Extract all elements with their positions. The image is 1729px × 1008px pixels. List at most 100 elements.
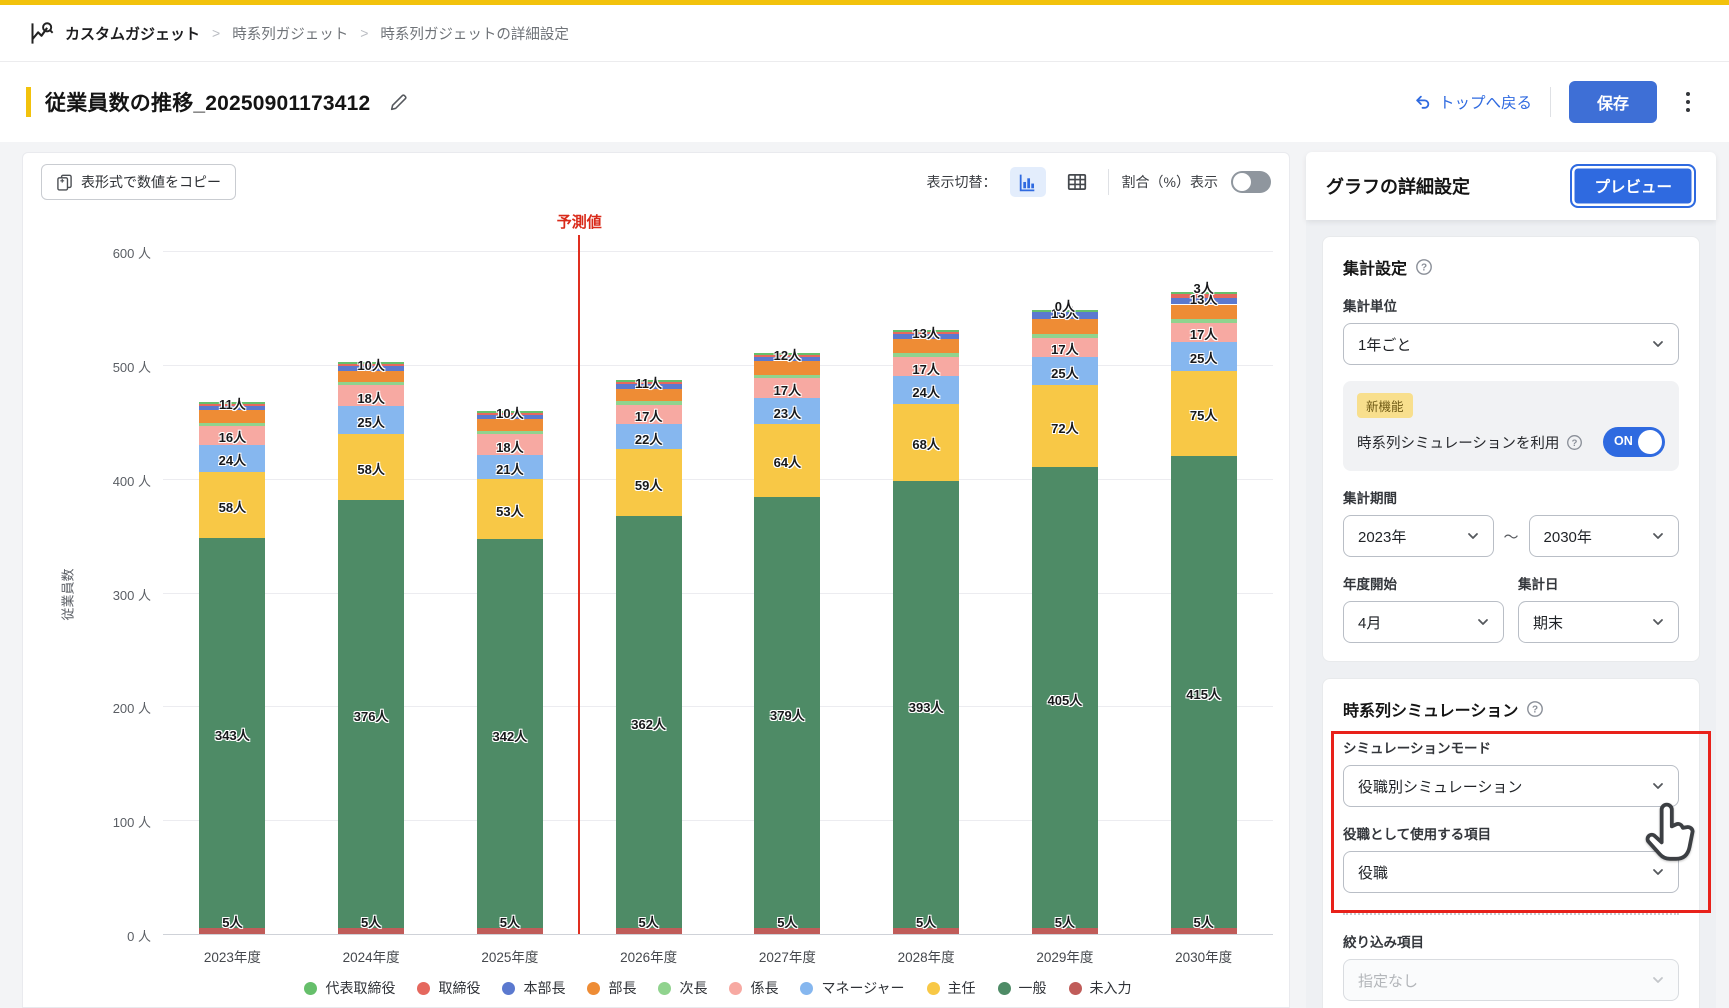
bar-segment-代表取締役 (754, 353, 820, 355)
help-icon[interactable]: ? (1415, 258, 1433, 276)
bar-segment-取締役 (338, 364, 404, 366)
bar-segment-次長 (199, 423, 265, 426)
bar-segment-一般 (1171, 456, 1237, 928)
bar-segment-主任 (477, 479, 543, 539)
bar-segment-本部長 (477, 415, 543, 420)
period-to-select[interactable]: 2030年 (1529, 515, 1680, 557)
x-axis-tick-label: 2025年度 (441, 946, 580, 966)
legend-color-dot (658, 982, 671, 995)
fiscal-start-label: 年度開始 (1343, 573, 1504, 593)
bar-segment-一般 (477, 539, 543, 928)
legend-item: 取締役 (417, 978, 480, 998)
copy-button-label: 表形式で数値をコピー (81, 172, 221, 192)
dotted-divider (1343, 913, 1679, 915)
breadcrumb-item-1[interactable]: カスタムガジェット (65, 23, 200, 44)
bar-segment-次長 (754, 375, 820, 378)
bar-segment-係長 (477, 434, 543, 454)
bar-segment-マネージャー (199, 445, 265, 472)
bar-segment-係長 (199, 426, 265, 444)
bar-segment-一般 (616, 516, 682, 928)
bar-segment-部長 (893, 339, 959, 354)
bar-segment-未入力 (616, 928, 682, 934)
chart-card: 表形式で数値をコピー 表示切替： (22, 152, 1290, 1008)
breadcrumb: カスタムガジェット > 時系列ガジェット > 時系列ガジェットの詳細設定 (0, 5, 1729, 62)
chart-toolbar: 表形式で数値をコピー 表示切替： (23, 153, 1289, 201)
legend-item: 主任 (927, 978, 976, 998)
simulation-feature-box: 新機能 時系列シミュレーションを利用 ? ON (1343, 381, 1679, 471)
chevron-down-icon (1650, 528, 1666, 544)
legend-item: 部長 (587, 978, 636, 998)
bar-segment-次長 (616, 401, 682, 404)
bar-segment-マネージャー (754, 398, 820, 424)
more-menu-button[interactable] (1675, 85, 1701, 119)
chevron-down-icon (1475, 614, 1491, 630)
help-icon[interactable]: ? (1566, 434, 1583, 451)
period-from-select[interactable]: 2023年 (1343, 515, 1494, 557)
simulation-mode-select[interactable]: 役職別シミュレーション (1343, 765, 1679, 807)
simulation-enabled-toggle[interactable]: ON (1603, 427, 1665, 457)
gridline (163, 934, 1273, 935)
legend-color-dot (587, 982, 600, 995)
copy-table-values-button[interactable]: 表形式で数値をコピー (41, 164, 236, 200)
bar-segment-次長 (1171, 319, 1237, 322)
bar-segment-代表取締役 (1171, 292, 1237, 294)
unit-select[interactable]: 1年ごと (1343, 323, 1679, 365)
bar-segment-マネージャー (893, 376, 959, 403)
bar-segment-取締役 (199, 404, 265, 406)
bar-segment-次長 (1032, 334, 1098, 337)
bar-segment-代表取締役 (199, 402, 265, 404)
bar-segment-マネージャー (338, 406, 404, 434)
period-from-value: 2023年 (1358, 526, 1406, 547)
breadcrumb-separator: > (360, 25, 368, 41)
chevron-down-icon (1650, 778, 1666, 794)
edit-title-button[interactable] (388, 92, 409, 113)
bar-segment-一般 (893, 481, 959, 928)
legend-item: 代表取締役 (304, 978, 395, 998)
aggregation-section-title: 集計設定 (1343, 255, 1407, 279)
table-view-button[interactable] (1059, 167, 1095, 197)
x-axis-tick-label: 2023年度 (163, 946, 302, 966)
bar-segment-未入力 (338, 928, 404, 934)
aggregation-settings-card: 集計設定 ? 集計単位 1年ごと 新機能 (1322, 236, 1700, 662)
chart-view-button[interactable] (1010, 167, 1046, 197)
help-icon[interactable]: ? (1526, 700, 1544, 718)
x-axis-tick-label: 2026年度 (579, 946, 718, 966)
preview-button[interactable]: プレビュー (1570, 164, 1696, 208)
legend-color-dot (998, 982, 1011, 995)
pencil-icon (388, 92, 409, 113)
settings-panel-title: グラフの詳細設定 (1326, 173, 1470, 199)
filter-label: 絞り込み項目 (1343, 931, 1679, 951)
save-button[interactable]: 保存 (1569, 81, 1657, 123)
bar-segment-取締役 (477, 413, 543, 415)
breadcrumb-item-3: 時系列ガジェットの詳細設定 (380, 23, 569, 44)
x-axis-tick-label: 2029年度 (996, 946, 1135, 966)
y-axis-title: 従業員数 (58, 568, 77, 620)
legend-color-dot (304, 982, 317, 995)
back-to-top-link[interactable]: トップへ戻る (1414, 91, 1532, 113)
bar-segment-部長 (199, 410, 265, 423)
bar-segment-主任 (754, 424, 820, 497)
fiscal-start-select[interactable]: 4月 (1343, 601, 1504, 643)
filter-select-value: 指定なし (1358, 970, 1418, 991)
breadcrumb-root[interactable]: カスタムガジェット (28, 20, 200, 47)
settings-panel-body: 集計設定 ? 集計単位 1年ごと 新機能 (1306, 220, 1716, 1008)
bar-segment-本部長 (199, 406, 265, 411)
aggregation-day-select[interactable]: 期末 (1518, 601, 1679, 643)
y-axis-tick-label: 500 人 (81, 357, 151, 376)
bar-segment-マネージャー (1171, 342, 1237, 370)
bar-chart-icon (1017, 172, 1038, 193)
y-axis-tick-label: 600 人 (81, 243, 151, 262)
legend-item: 次長 (658, 978, 707, 998)
legend-item: 一般 (998, 978, 1047, 998)
role-field-select[interactable]: 役職 (1343, 851, 1679, 893)
simulation-toggle-label: 時系列シミュレーションを利用 (1357, 432, 1559, 453)
page-title: 従業員数の推移_20250901173412 (45, 87, 370, 117)
breadcrumb-item-2[interactable]: 時系列ガジェット (232, 23, 348, 44)
bar-segment-主任 (893, 404, 959, 481)
gridline (163, 365, 1273, 366)
filter-select[interactable]: 指定なし (1343, 959, 1679, 1001)
legend-item: マネージャー (800, 978, 904, 998)
forecast-label: 予測値 (519, 211, 639, 232)
bar-segment-部長 (477, 419, 543, 430)
percent-display-toggle[interactable] (1231, 171, 1271, 193)
